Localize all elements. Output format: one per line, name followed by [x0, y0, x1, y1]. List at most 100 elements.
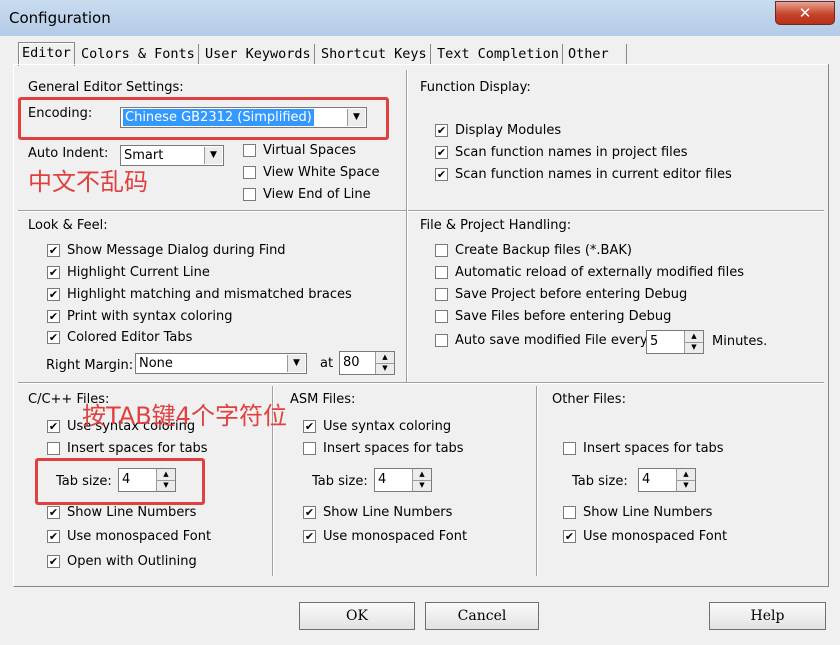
- save-project-debug-label: Save Project before entering Debug: [455, 287, 688, 302]
- asm-tab-size-value: 4: [378, 472, 387, 487]
- view-white-space-checkbox[interactable]: [243, 166, 256, 179]
- other-insert-spaces-label: Insert spaces for tabs: [583, 441, 724, 456]
- asm-syntax-coloring-checkbox[interactable]: ✔: [303, 420, 316, 433]
- highlight-braces-label: Highlight matching and mismatched braces: [67, 287, 352, 302]
- tab-panel-top-line: [13, 64, 828, 65]
- tab-colors-fonts[interactable]: Colors & Fonts: [78, 44, 199, 65]
- cpp-outlining-label: Open with Outlining: [67, 554, 197, 569]
- asm-insert-spaces-label: Insert spaces for tabs: [323, 441, 464, 456]
- asm-show-line-numbers-checkbox[interactable]: ✔: [303, 506, 316, 519]
- scan-project-files-label: Scan function names in project files: [455, 145, 688, 160]
- look-feel-title: Look & Feel:: [28, 218, 108, 233]
- other-show-line-numbers-checkbox[interactable]: [563, 506, 576, 519]
- save-files-debug-label: Save Files before entering Debug: [455, 309, 672, 324]
- stepper-buttons: ▲ ▼: [684, 331, 703, 353]
- highlight-current-line-checkbox[interactable]: ✔: [47, 266, 60, 279]
- tab-other[interactable]: Other: [565, 44, 627, 65]
- other-monospaced-label: Use monospaced Font: [583, 529, 728, 544]
- scan-editor-files-label: Scan function names in current editor fi…: [455, 167, 732, 182]
- asm-monospaced-checkbox[interactable]: ✔: [303, 530, 316, 543]
- view-end-of-line-label: View End of Line: [263, 187, 371, 202]
- asm-show-line-numbers-label: Show Line Numbers: [323, 505, 453, 520]
- print-syntax-coloring-checkbox[interactable]: ✔: [47, 310, 60, 323]
- virtual-spaces-label: Virtual Spaces: [263, 143, 356, 158]
- cpp-show-line-numbers-label: Show Line Numbers: [67, 505, 197, 520]
- cpp-monospaced-label: Use monospaced Font: [67, 529, 212, 544]
- save-files-debug-checkbox[interactable]: [435, 310, 448, 323]
- auto-reload-checkbox[interactable]: [435, 266, 448, 279]
- right-margin-value: None: [139, 356, 173, 371]
- asm-syntax-coloring-label: Use syntax coloring: [323, 419, 452, 434]
- chevron-down-icon: ▼: [287, 355, 305, 372]
- display-modules-checkbox[interactable]: ✔: [435, 124, 448, 137]
- chevron-down-icon[interactable]: ▼: [413, 480, 431, 491]
- show-message-dialog-checkbox[interactable]: ✔: [47, 244, 60, 257]
- window-title: Configuration: [9, 9, 111, 27]
- cpp-outlining-checkbox[interactable]: ✔: [47, 555, 60, 568]
- other-insert-spaces-checkbox[interactable]: [563, 442, 576, 455]
- other-tab-size-value: 4: [642, 472, 651, 487]
- other-files-title: Other Files:: [552, 392, 626, 407]
- asm-tab-size-label: Tab size:: [312, 474, 368, 489]
- chevron-down-icon: ▼: [204, 147, 222, 164]
- chevron-down-icon[interactable]: ▼: [677, 480, 695, 491]
- asm-insert-spaces-checkbox[interactable]: [303, 442, 316, 455]
- close-button[interactable]: ✕: [775, 1, 835, 25]
- auto-indent-label: Auto Indent:: [28, 146, 109, 161]
- stepper-buttons: ▲ ▼: [412, 469, 431, 491]
- stepper-buttons: ▲ ▼: [375, 352, 394, 374]
- colored-editor-tabs-checkbox[interactable]: ✔: [47, 331, 60, 344]
- at-label: at: [320, 356, 334, 371]
- divider-row1-hl: [18, 211, 824, 212]
- cpp-insert-spaces-checkbox[interactable]: [47, 442, 60, 455]
- right-margin-select[interactable]: None ▼: [135, 353, 307, 374]
- chevron-down-icon[interactable]: ▼: [685, 342, 703, 353]
- other-show-line-numbers-label: Show Line Numbers: [583, 505, 713, 520]
- right-margin-at-stepper[interactable]: 80 ▲ ▼: [339, 351, 395, 375]
- encoding-highlight-box: [18, 97, 389, 140]
- encoding-annotation: 中文不乱码: [28, 168, 148, 196]
- tab-annotation: 按TAB键4个字符位: [82, 402, 287, 430]
- other-tab-size-stepper[interactable]: 4 ▲ ▼: [638, 468, 696, 492]
- minutes-label: Minutes.: [712, 334, 768, 349]
- display-modules-label: Display Modules: [455, 123, 562, 138]
- auto-save-checkbox[interactable]: [435, 334, 448, 347]
- divider-asm-other-hl: [537, 386, 538, 576]
- title-bar: Configuration ✕: [0, 0, 840, 36]
- auto-save-minutes-stepper[interactable]: 5 ▲ ▼: [646, 330, 704, 354]
- view-end-of-line-checkbox[interactable]: [243, 188, 256, 201]
- auto-save-label: Auto save modified File every: [455, 333, 648, 348]
- other-monospaced-checkbox[interactable]: ✔: [563, 530, 576, 543]
- tab-text-completion[interactable]: Text Completion: [434, 44, 563, 65]
- show-message-dialog-label: Show Message Dialog during Find: [67, 243, 286, 258]
- virtual-spaces-checkbox[interactable]: [243, 144, 256, 157]
- auto-indent-value: Smart: [124, 148, 164, 163]
- create-backup-checkbox[interactable]: [435, 244, 448, 257]
- asm-tab-size-stepper[interactable]: 4 ▲ ▼: [374, 468, 432, 492]
- cancel-button[interactable]: Cancel: [425, 602, 539, 630]
- auto-save-minutes-value: 5: [650, 334, 659, 349]
- chevron-down-icon[interactable]: ▼: [376, 363, 394, 374]
- tab-user-keywords[interactable]: User Keywords: [202, 44, 315, 65]
- cpp-monospaced-checkbox[interactable]: ✔: [47, 530, 60, 543]
- highlight-braces-checkbox[interactable]: ✔: [47, 288, 60, 301]
- tab-editor[interactable]: Editor: [18, 42, 75, 66]
- auto-reload-label: Automatic reload of externally modified …: [455, 265, 744, 280]
- file-project-title: File & Project Handling:: [420, 218, 572, 233]
- divider-row2-hl: [18, 383, 824, 384]
- help-button[interactable]: Help: [709, 602, 826, 630]
- ok-button[interactable]: OK: [299, 602, 415, 630]
- tab-size-highlight-box: [35, 458, 205, 505]
- cpp-syntax-coloring-checkbox[interactable]: ✔: [47, 420, 60, 433]
- divider-vertical-top-hl: [407, 70, 408, 382]
- tab-shortcut-keys[interactable]: Shortcut Keys: [318, 44, 431, 65]
- cpp-show-line-numbers-checkbox[interactable]: ✔: [47, 506, 60, 519]
- save-project-debug-checkbox[interactable]: [435, 288, 448, 301]
- highlight-current-line-label: Highlight Current Line: [67, 265, 210, 280]
- scan-editor-files-checkbox[interactable]: ✔: [435, 168, 448, 181]
- view-white-space-label: View White Space: [263, 165, 380, 180]
- other-tab-size-label: Tab size:: [572, 474, 628, 489]
- configuration-dialog: Configuration ✕ Editor Colors & Fonts Us…: [0, 0, 840, 645]
- asm-files-title: ASM Files:: [290, 392, 356, 407]
- scan-project-files-checkbox[interactable]: ✔: [435, 146, 448, 159]
